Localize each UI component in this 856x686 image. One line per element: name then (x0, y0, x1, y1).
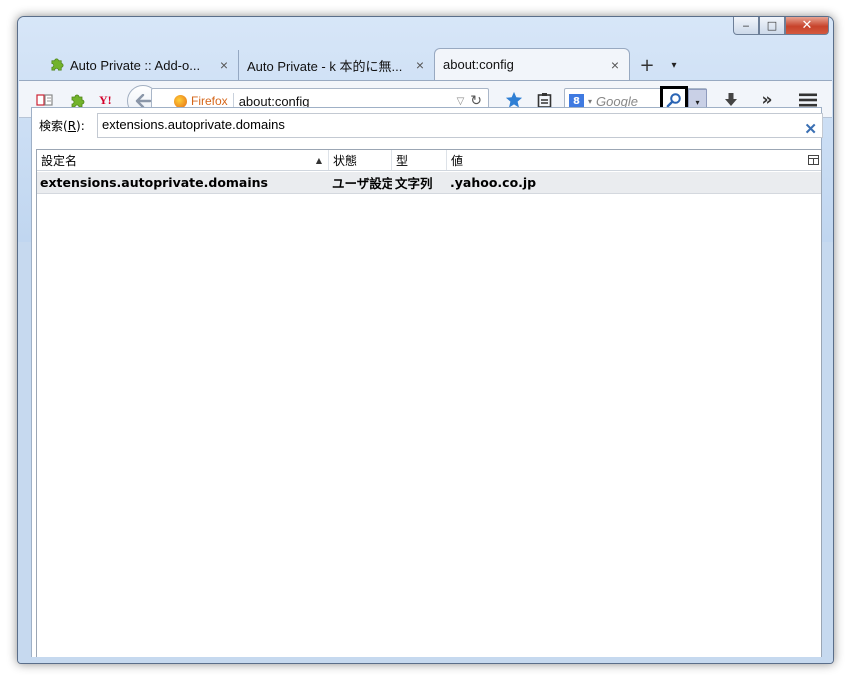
config-search-row: 検索(R): extensions.autoprivate.domains ✕ (32, 108, 823, 141)
row-pref-state: ユーザ設定 (332, 176, 392, 191)
window-bottom-border (18, 657, 833, 663)
identity-box[interactable]: Firefox (152, 94, 228, 108)
column-header-type[interactable]: 型 (392, 150, 447, 170)
back-arrow-icon (135, 94, 151, 108)
tab-about-config[interactable]: about:config × (434, 48, 630, 80)
column-header-state-label: 状態 (333, 153, 358, 168)
tab-title: Auto Private - k 本的に無... (247, 58, 403, 74)
minimize-button[interactable]: ‒ (733, 17, 759, 35)
sort-ascending-icon: ▲ (315, 155, 322, 165)
column-header-value[interactable]: 値 (447, 150, 805, 170)
tab-close-icon[interactable]: × (416, 57, 424, 73)
column-header-state[interactable]: 状態 (329, 150, 392, 170)
tab-close-icon[interactable]: × (220, 57, 228, 73)
firefox-logo-icon (174, 94, 187, 108)
access-key: R (67, 119, 77, 133)
column-header-name-label: 設定名 (41, 153, 78, 168)
search-engine-dropdown-icon[interactable]: ▾ (588, 97, 592, 106)
config-search-label: 検索(R): (39, 119, 85, 133)
config-tree-header: 設定名 ▲ 状態 型 値 (37, 150, 821, 171)
puzzle-icon (50, 56, 65, 74)
clear-filter-icon[interactable]: ✕ (804, 120, 817, 138)
config-filter-input[interactable]: extensions.autoprivate.domains ✕ (97, 113, 823, 138)
tab-title: about:config (443, 57, 514, 72)
tab-auto-private-addon[interactable]: Auto Private :: Add-o... × (42, 50, 238, 80)
tab-title: Auto Private :: Add-o... (70, 57, 201, 73)
table-row[interactable]: extensions.autoprivate.domains ユーザ設定 文字列… (37, 172, 821, 194)
tab-auto-private-article[interactable]: Auto Private - k 本的に無... × (238, 50, 434, 80)
maximize-button[interactable]: □ (759, 17, 785, 35)
column-picker-icon[interactable] (805, 150, 821, 170)
svg-text:Y!: Y! (99, 93, 112, 107)
config-tree[interactable]: 設定名 ▲ 状態 型 値 extensions.autoprivate.doma… (36, 149, 822, 659)
config-filter-value: extensions.autoprivate.domains (102, 117, 285, 132)
column-header-type-label: 型 (396, 153, 409, 168)
column-header-value-label: 値 (451, 153, 464, 168)
history-dropdown-icon[interactable]: ▽ (457, 96, 465, 107)
tab-close-icon[interactable]: × (611, 57, 619, 73)
magnifier-icon (666, 93, 681, 108)
close-window-button[interactable]: ✕ (785, 17, 829, 35)
identity-label: Firefox (191, 94, 228, 108)
about-config-page: 検索(R): extensions.autoprivate.domains ✕ … (31, 107, 823, 663)
row-pref-value: .yahoo.co.jp (450, 175, 537, 190)
tab-strip: Auto Private :: Add-o... × Auto Private … (42, 48, 684, 80)
column-header-name[interactable]: 設定名 ▲ (37, 150, 329, 170)
list-all-tabs-button[interactable]: ▾ (664, 50, 684, 80)
window-controls: ‒ □ ✕ (733, 17, 829, 35)
new-tab-button[interactable]: + (630, 50, 664, 80)
row-pref-name: extensions.autoprivate.domains (40, 175, 268, 190)
browser-window: ‒ □ ✕ Auto Private :: Add-o... × Auto Pr… (17, 16, 834, 664)
row-pref-type: 文字列 (395, 176, 433, 191)
